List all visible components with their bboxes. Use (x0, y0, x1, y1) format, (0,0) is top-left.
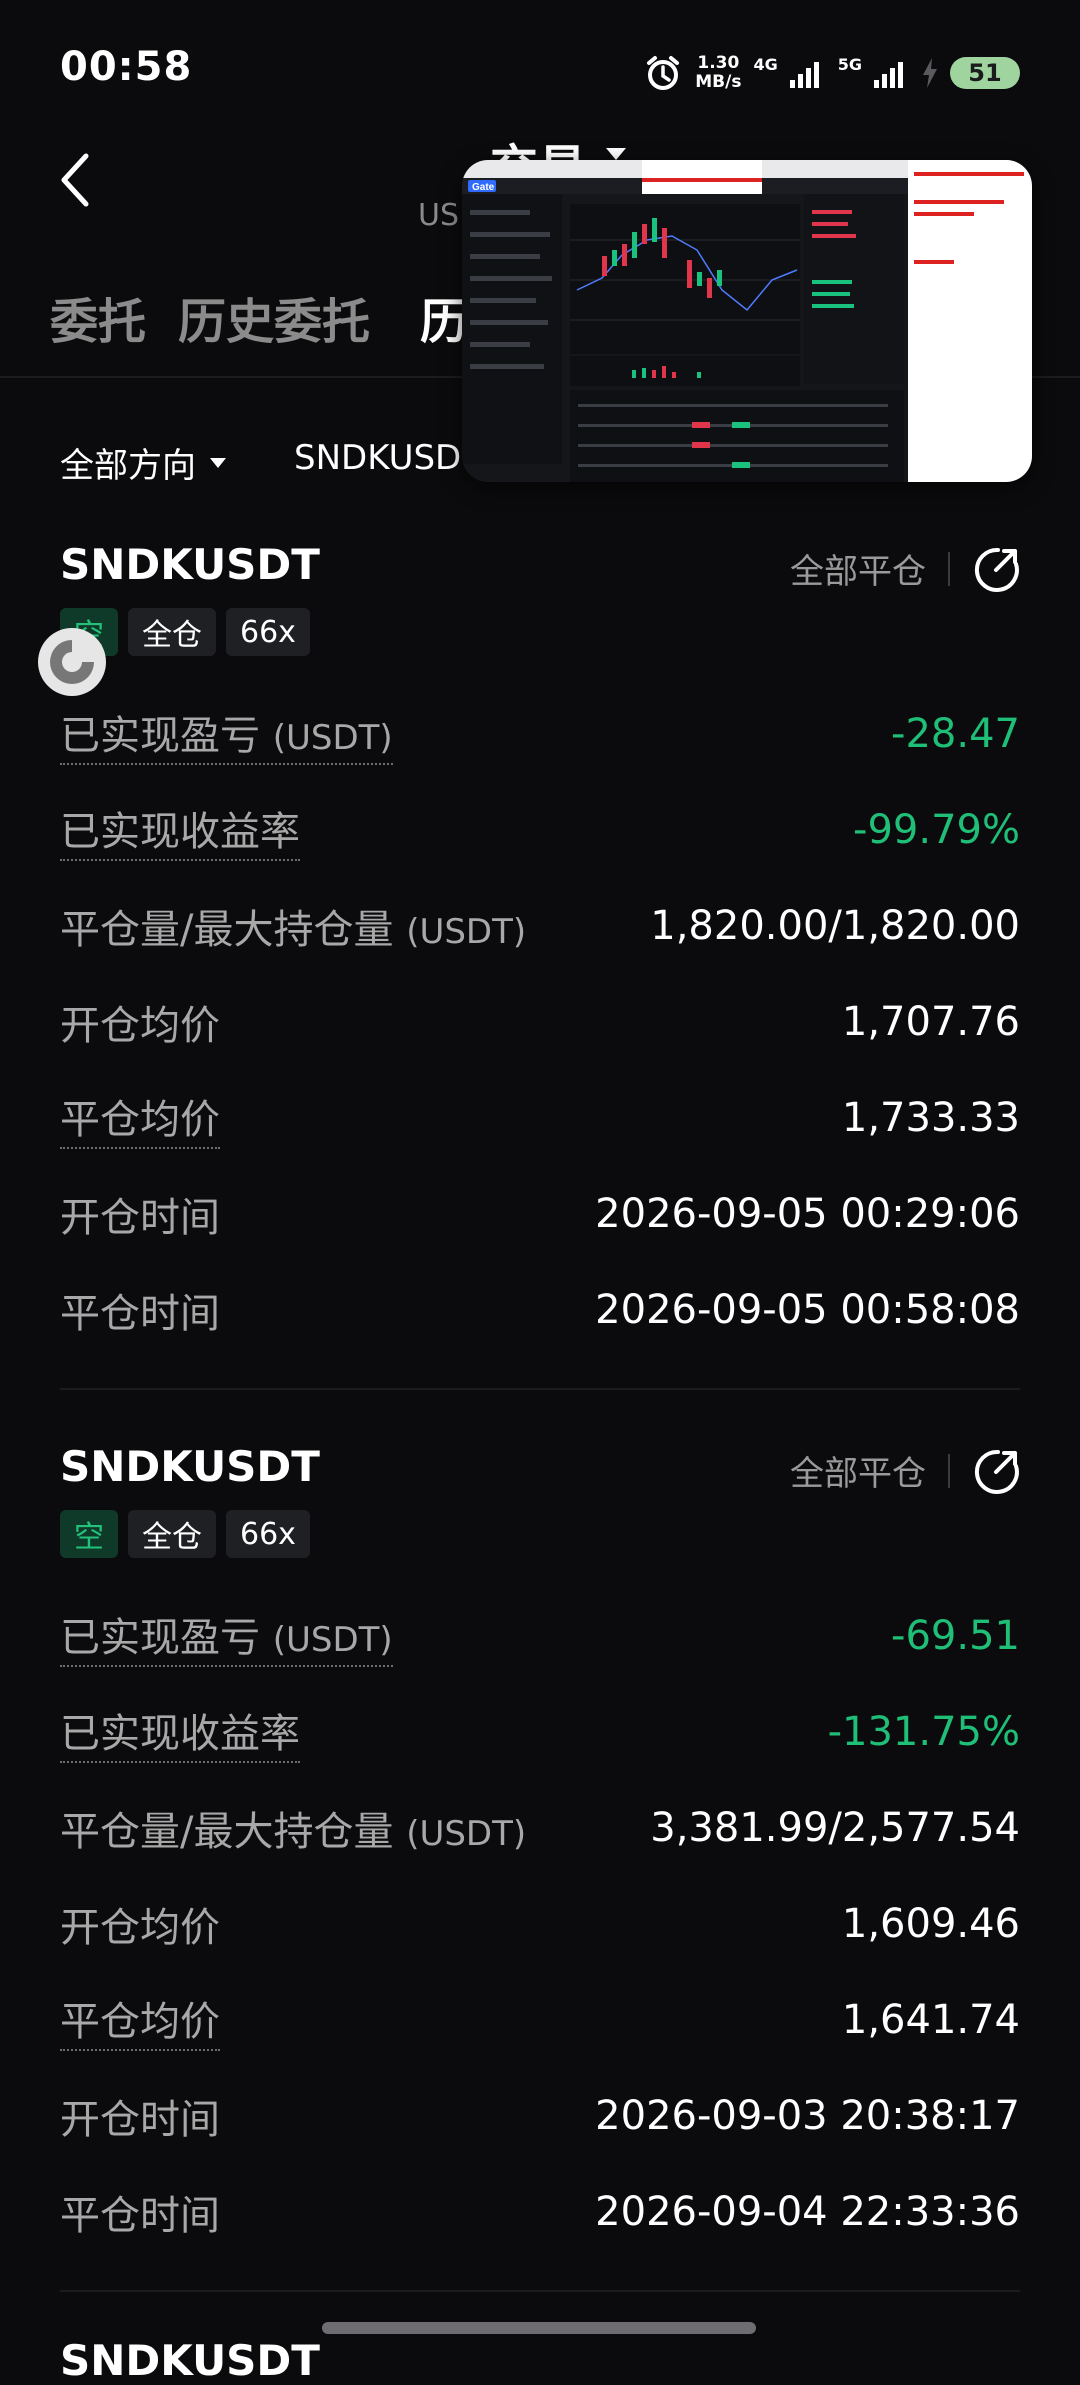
symbol-filter[interactable]: SNDKUSD (294, 438, 461, 478)
loading-ring-icon[interactable] (34, 624, 110, 700)
signal-icon (789, 62, 819, 88)
realized-pnl-label[interactable]: 已实现盈亏 (USDT) (60, 1605, 393, 1667)
close-all-button[interactable]: 全部平仓 (790, 544, 926, 593)
floating-window-thumbnail[interactable]: Gate (462, 160, 1032, 482)
alarm-icon (647, 56, 680, 90)
close-max-value: 3,381.99/2,577.54 (650, 1805, 1020, 1851)
position-symbol: SNDKUSDT (60, 1442, 320, 1491)
status-time: 00:58 (60, 44, 193, 90)
net-speed: 1.30 MB/s (695, 53, 742, 92)
open-avg-value: 1,707.76 (841, 999, 1020, 1045)
position-tags: 空 全仓 66x (60, 1510, 310, 1558)
realized-rate-value: -131.75% (827, 1709, 1020, 1755)
leverage-badge: 66x (226, 608, 310, 656)
realized-rate-value: -99.79% (853, 807, 1020, 853)
close-avg-value: 1,641.74 (841, 1997, 1020, 2043)
chevron-left-icon[interactable] (58, 150, 92, 210)
open-avg-label: 开仓均价 (60, 1905, 220, 1951)
row-realized-pnl: 已实现盈亏 (USDT) -69.51 (60, 1605, 1020, 1667)
position-symbol: SNDKUSDT (60, 540, 320, 589)
caret-down-icon (210, 457, 226, 468)
row-realized-rate: 已实现收益率 -131.75% (60, 1701, 1020, 1763)
thumbnail-screenshot: Gate (462, 160, 1032, 482)
open-time-value: 2026-09-03 20:38:17 (595, 2093, 1020, 2139)
battery-indicator: 51 (950, 57, 1020, 89)
tab-position-history[interactable]: 历 (420, 282, 468, 352)
card-divider (60, 2290, 1020, 2292)
row-realized-pnl: 已实现盈亏 (USDT) -28.47 (60, 703, 1020, 765)
close-avg-value: 1,733.33 (841, 1095, 1020, 1141)
row-open-time: 开仓时间 2026-09-03 20:38:17 (60, 2086, 1020, 2146)
realized-rate-label[interactable]: 已实现收益率 (60, 1701, 300, 1763)
realized-pnl-label[interactable]: 已实现盈亏 (USDT) (60, 703, 393, 765)
row-realized-rate: 已实现收益率 -99.79% (60, 799, 1020, 861)
close-avg-label[interactable]: 平仓均价 (60, 1087, 220, 1149)
row-close-avg: 平仓均价 1,733.33 (60, 1087, 1020, 1149)
close-max-label: 平仓量/最大持仓量 (USDT) (60, 907, 527, 953)
realized-pnl-value: -69.51 (891, 1613, 1020, 1659)
page-subtitle: US (418, 198, 460, 233)
side-badge: 空 (60, 1510, 118, 1558)
tab-orders[interactable]: 委托 (50, 282, 146, 352)
row-close-time: 平仓时间 2026-09-04 22:33:36 (60, 2182, 1020, 2242)
row-close-time: 平仓时间 2026-09-05 00:58:08 (60, 1280, 1020, 1340)
divider (948, 1453, 950, 1488)
close-max-label: 平仓量/最大持仓量 (USDT) (60, 1809, 527, 1855)
card-actions: 全部平仓 (790, 1446, 1020, 1495)
leverage-badge: 66x (226, 1510, 310, 1558)
divider (948, 551, 950, 586)
card-actions: 全部平仓 (790, 544, 1020, 593)
open-avg-value: 1,609.46 (841, 1901, 1020, 1947)
position-card: SNDKUSDT 全部平仓 空 全仓 66x 已实现盈亏 (USDT) -69.… (60, 1442, 1020, 2242)
bolt-icon (923, 58, 937, 88)
home-indicator[interactable] (322, 2322, 756, 2334)
realized-rate-label[interactable]: 已实现收益率 (60, 799, 300, 861)
network-4g: 4G (753, 54, 778, 74)
margin-badge: 全仓 (128, 608, 216, 656)
chevron-down-icon[interactable] (606, 148, 626, 160)
position-card: SNDKUSDT 全部平仓 空 全仓 66x 已实现盈亏 (USDT) -28.… (60, 540, 1020, 1340)
close-max-value: 1,820.00/1,820.00 (650, 903, 1020, 949)
realized-pnl-value: -28.47 (891, 711, 1020, 757)
row-open-time: 开仓时间 2026-09-05 00:29:06 (60, 1184, 1020, 1244)
close-time-value: 2026-09-04 22:33:36 (595, 2189, 1020, 2235)
signal-icon (874, 62, 903, 88)
card-divider (60, 1388, 1020, 1390)
tab-order-history[interactable]: 历史委托 (178, 282, 370, 352)
open-time-label: 开仓时间 (60, 1195, 220, 1241)
margin-badge: 全仓 (128, 1510, 216, 1558)
row-open-avg: 开仓均价 1,609.46 (60, 1894, 1020, 1954)
open-avg-label: 开仓均价 (60, 1003, 220, 1049)
direction-filter[interactable]: 全部方向 (60, 438, 226, 487)
status-icons: 1.30 MB/s 4G 5G 51 (643, 50, 1020, 96)
close-time-value: 2026-09-05 00:58:08 (595, 1287, 1020, 1333)
close-time-label: 平仓时间 (60, 1291, 220, 1337)
row-close-avg: 平仓均价 1,641.74 (60, 1989, 1020, 2051)
row-close-max: 平仓量/最大持仓量 (USDT) 1,820.00/1,820.00 (60, 896, 1020, 956)
thumbnail-brand: Gate (472, 182, 495, 193)
share-icon[interactable] (972, 545, 1020, 593)
close-all-button[interactable]: 全部平仓 (790, 1446, 926, 1495)
close-time-label: 平仓时间 (60, 2193, 220, 2239)
close-avg-label[interactable]: 平仓均价 (60, 1989, 220, 2051)
position-symbol: SNDKUSDT (60, 2336, 320, 2385)
open-time-label: 开仓时间 (60, 2097, 220, 2143)
row-open-avg: 开仓均价 1,707.76 (60, 992, 1020, 1052)
open-time-value: 2026-09-05 00:29:06 (595, 1191, 1020, 1237)
row-close-max: 平仓量/最大持仓量 (USDT) 3,381.99/2,577.54 (60, 1798, 1020, 1858)
share-icon[interactable] (972, 1447, 1020, 1495)
network-5g: 5G (837, 54, 862, 74)
